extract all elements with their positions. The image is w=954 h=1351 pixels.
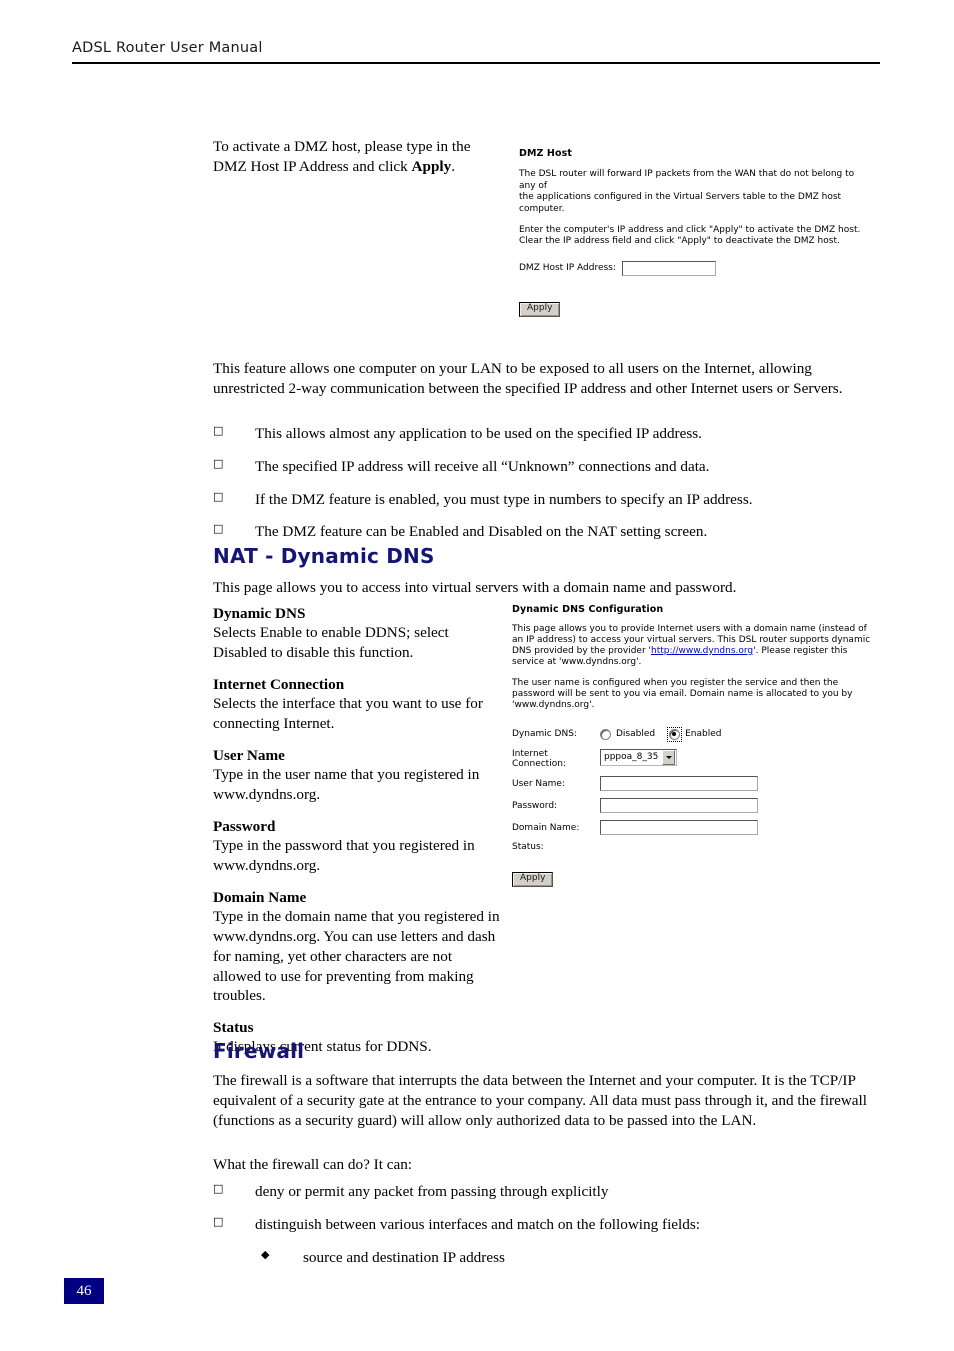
square-bullet-icon: □ [213, 1182, 224, 1195]
definition-entry: User Name Type in the user name that you… [213, 746, 503, 805]
square-bullet-icon: □ [213, 456, 224, 470]
list-item-text: The DMZ feature can be Enabled and Disab… [255, 523, 708, 541]
domain-name-row: Domain Name: [512, 820, 872, 836]
dmz-intro-line-1: To activate a DMZ host, please type in t… [213, 138, 471, 155]
firewall-lead-in: What the firewall can do? It can: [213, 1156, 413, 1173]
dyndns-link[interactable]: http://www.dyndns.org [651, 646, 753, 656]
diamond-bullet-icon: ◆ [261, 1247, 270, 1261]
square-bullet-icon: □ [213, 522, 224, 536]
radio-enabled-label[interactable]: Enabled [685, 729, 721, 739]
chevron-down-icon[interactable] [662, 749, 675, 765]
definition-entry: Password Type in the password that you r… [213, 817, 503, 876]
user-name-row: User Name: [512, 776, 872, 792]
domain-name-label: Domain Name: [512, 822, 580, 833]
list-item: □ If the DMZ feature is enabled, you mus… [213, 490, 875, 510]
list-item-text: The specified IP address will receive al… [255, 457, 710, 475]
dmz-host-screenshot: DMZ Host The DSL router will forward IP … [519, 148, 869, 317]
password-label: Password: [512, 800, 558, 811]
list-item: □ The DMZ feature can be Enabled and Dis… [213, 522, 875, 542]
list-item-text: distinguish between various interfaces a… [255, 1215, 700, 1233]
dmz-bullet-list: □ This allows almost any application to … [213, 424, 875, 555]
dynamic-dns-radio-row: Dynamic DNS: Disabled Enabled [512, 726, 872, 742]
section-heading-nat-dynamic-dns: NAT - Dynamic DNS [213, 544, 435, 568]
definition-entry: Domain Name Type in the domain name that… [213, 888, 503, 1006]
list-item: □ The specified IP address will receive … [213, 457, 875, 477]
internet-connection-select[interactable]: pppoa_8_35 [600, 748, 677, 766]
definition-term: Status [213, 1019, 254, 1037]
radio-disabled-label[interactable]: Disabled [616, 729, 655, 739]
internet-connection-select-value: pppoa_8_35 [604, 752, 659, 763]
list-item: □ This allows almost any application to … [213, 424, 875, 444]
list-item: □ deny or permit any packet from passing… [213, 1182, 875, 1202]
definition-description: Type in the user name that you registere… [213, 766, 480, 804]
internet-connection-row: Internet Connection: pppoa_8_35 [512, 748, 872, 770]
dmz-host-screenshot-title: DMZ Host [519, 148, 573, 159]
header-rule [72, 62, 880, 64]
radio-disabled-icon[interactable] [600, 728, 611, 740]
ddns-screenshot-title: Dynamic DNS Configuration [512, 604, 664, 615]
running-header: ADSL Router User Manual [72, 40, 880, 64]
dmz-intro-text: To activate a DMZ host, please type in t… [213, 137, 498, 177]
ddns-intro-paragraph: This page allows you to access into virt… [213, 579, 737, 596]
dynamic-dns-label: Dynamic DNS: [512, 729, 577, 740]
internet-connection-label: Internet Connection: [512, 748, 566, 770]
sub-list-item: ◆ source and destination IP address [213, 1248, 875, 1268]
square-bullet-icon: □ [213, 489, 224, 503]
dmz-host-ip-label: DMZ Host IP Address: [519, 263, 616, 274]
password-input[interactable] [600, 798, 758, 814]
definition-description: Selects the interface that you want to u… [213, 695, 483, 733]
dmz-intro-line-2-pre: DMZ Host IP Address and click [213, 157, 412, 175]
ddns-screenshot-description-2: The user name is configured when you reg… [512, 677, 853, 710]
dmz-host-apply-button[interactable]: Apply [519, 301, 561, 317]
square-bullet-icon: □ [213, 424, 224, 437]
sub-list-item-text: source and destination IP address [303, 1248, 505, 1266]
definition-entry: Internet Connection Selects the interfac… [213, 675, 503, 734]
list-item-text: deny or permit any packet from passing t… [255, 1183, 609, 1200]
square-bullet-icon: □ [213, 1214, 224, 1228]
user-name-input[interactable] [600, 776, 758, 792]
list-item: □ distinguish between various interfaces… [213, 1215, 875, 1235]
section-heading-firewall: Firewall [213, 1039, 305, 1063]
definition-term: User Name [213, 746, 285, 764]
radio-enabled-icon[interactable] [669, 728, 681, 740]
dynamic-dns-configuration-screenshot: Dynamic DNS Configuration This page allo… [512, 604, 872, 887]
page-number-badge: 46 [64, 1278, 104, 1304]
radio-enabled-focus-ring [667, 726, 683, 742]
dmz-intro-apply-emphasis: Apply [411, 157, 452, 175]
dmz-feature-paragraph: This feature allows one computer on your… [213, 360, 843, 397]
header-title: ADSL Router User Manual [72, 40, 263, 56]
domain-name-input[interactable] [600, 820, 758, 836]
dmz-host-ip-row: DMZ Host IP Address: [519, 260, 869, 276]
firewall-paragraph: The firewall is a software that interrup… [213, 1072, 867, 1129]
definition-term: Internet Connection [213, 675, 345, 693]
definition-term: Dynamic DNS [213, 605, 306, 622]
password-row: Password: [512, 798, 872, 814]
definition-description: Type in the domain name that you registe… [213, 908, 500, 1005]
ddns-definition-list: Dynamic DNS Selects Enable to enable DDN… [213, 604, 503, 1069]
definition-entry: Dynamic DNS Selects Enable to enable DDN… [213, 604, 503, 663]
definition-term: Password [213, 817, 276, 835]
list-item-text: If the DMZ feature is enabled, you must … [255, 490, 753, 508]
status-row: Status: [512, 842, 872, 852]
user-name-label: User Name: [512, 778, 565, 789]
definition-description: Selects Enable to enable DDNS; select Di… [213, 624, 449, 662]
dmz-host-description-2: Enter the computer's IP address and clic… [519, 224, 861, 246]
definition-description: Type in the password that you registered… [213, 837, 475, 875]
firewall-bullet-list: □ deny or permit any packet from passing… [213, 1182, 875, 1280]
ddns-screenshot-description-1: This page allows you to provide Internet… [512, 624, 872, 668]
dmz-host-description-1: The DSL router will forward IP packets f… [519, 169, 855, 215]
dmz-intro-line-2-post: . [451, 157, 456, 175]
dmz-host-ip-input[interactable] [621, 260, 716, 276]
ddns-apply-button[interactable]: Apply [512, 871, 554, 887]
definition-term: Domain Name [213, 888, 307, 906]
status-label: Status: [512, 842, 544, 853]
list-item-text: This allows almost any application to be… [255, 425, 702, 442]
